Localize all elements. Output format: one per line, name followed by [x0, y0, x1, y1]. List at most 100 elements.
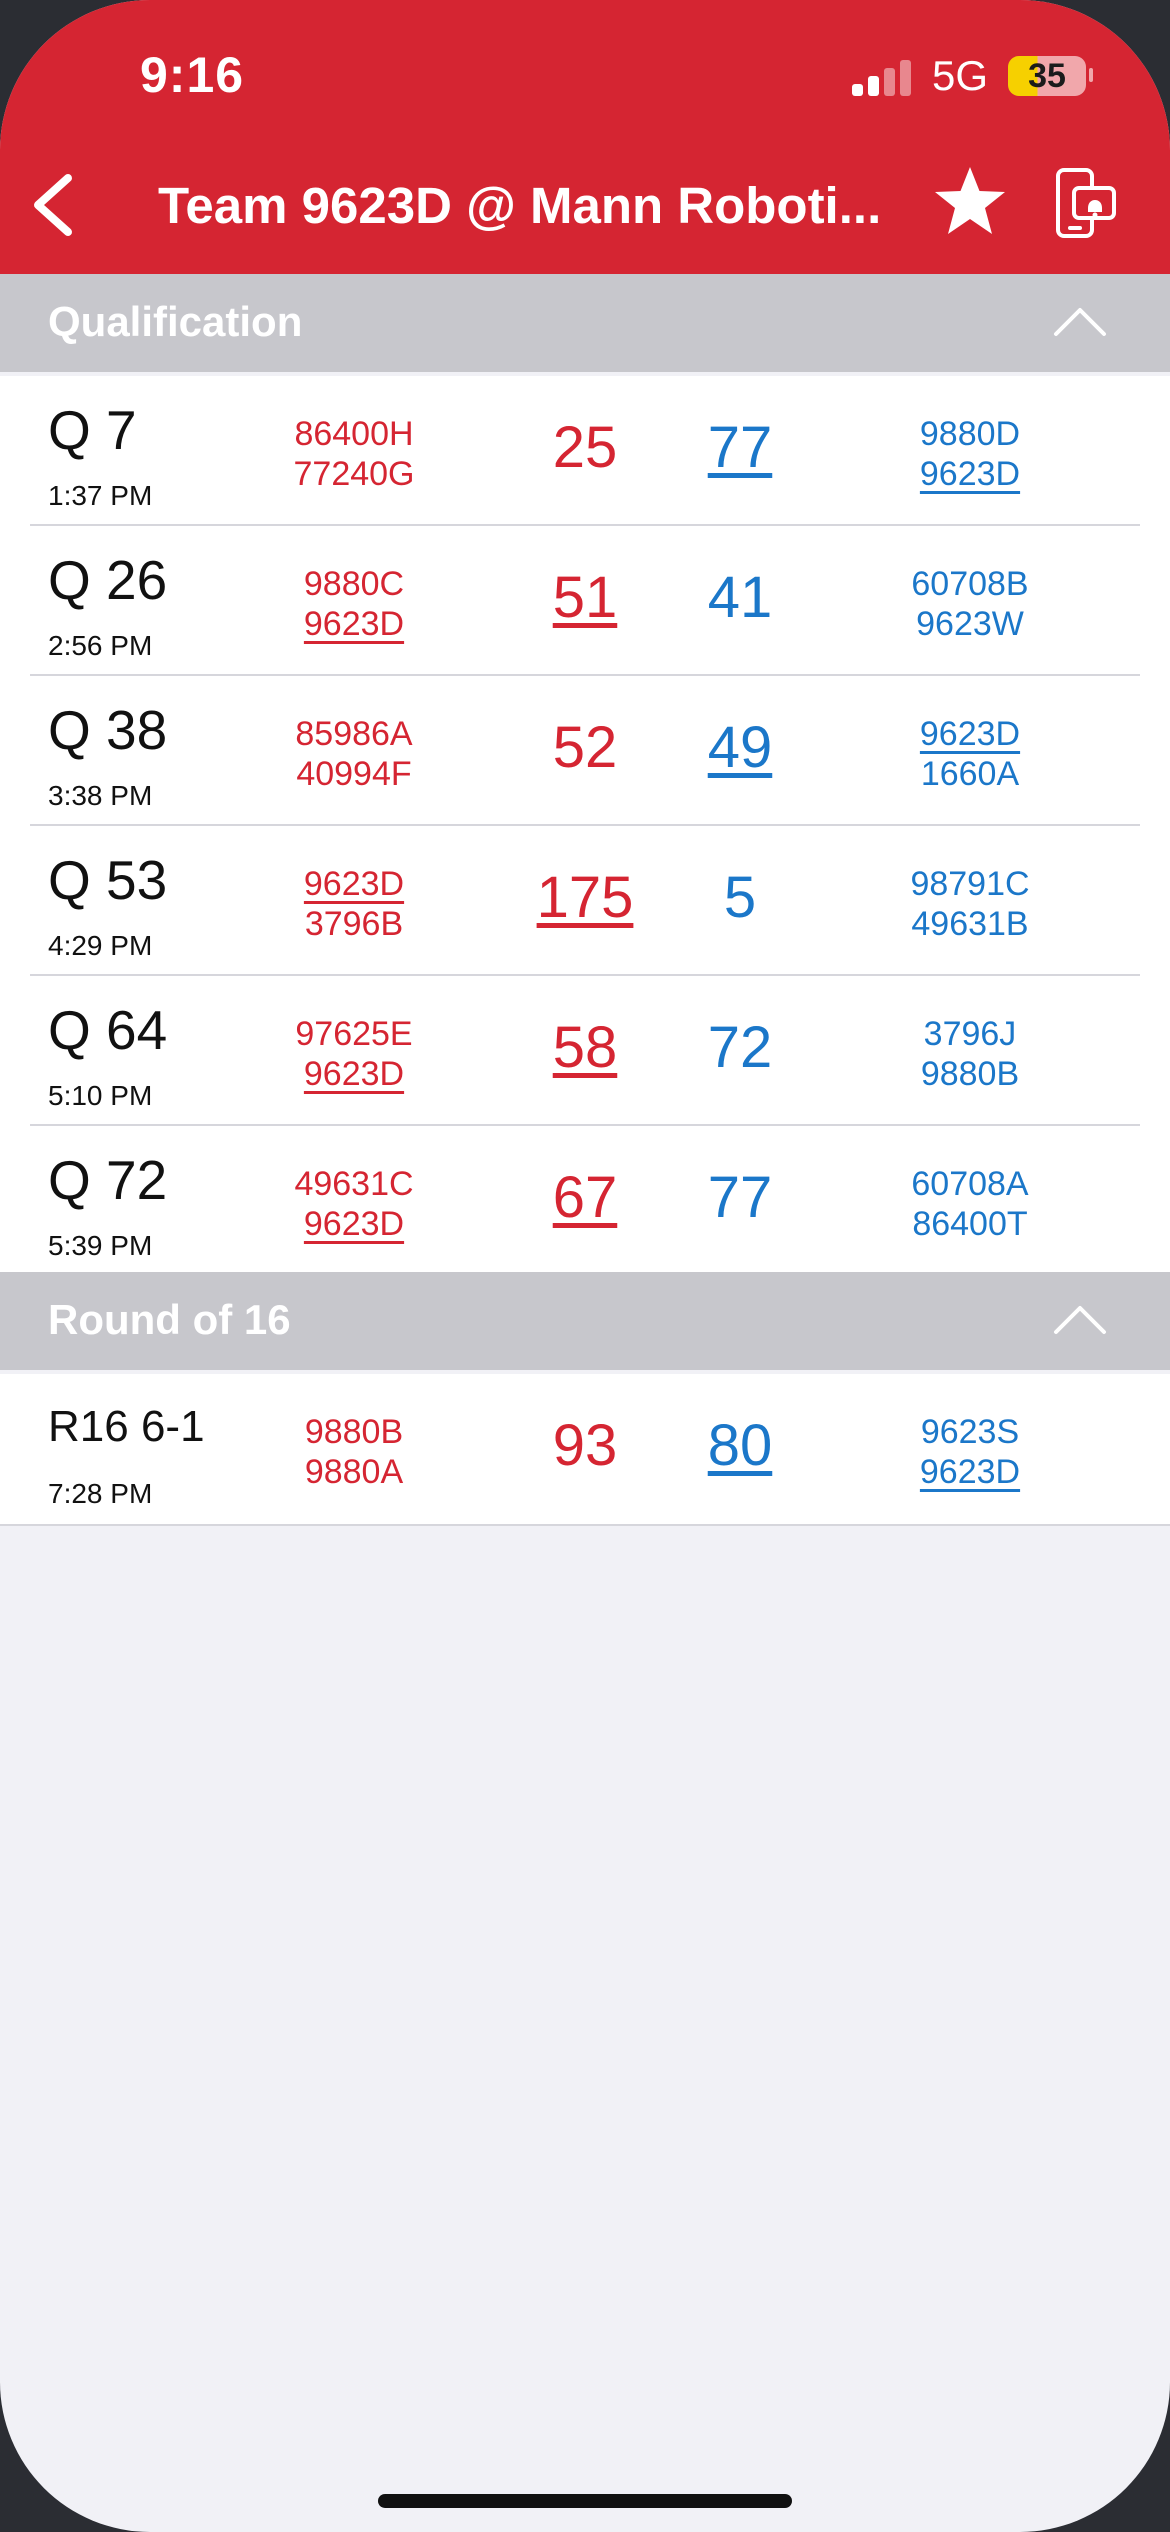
blue-team-2[interactable]: 86400T: [860, 1204, 1080, 1244]
chevron-left-icon: [34, 174, 72, 236]
notify-device-button[interactable]: [1052, 166, 1118, 242]
red-team-2[interactable]: 3796B: [244, 904, 464, 944]
match-time: 2:56 PM: [48, 630, 153, 661]
app-screen: 9:16 5G 35 Team 9623D @ Mann Roboti... Q…: [0, 0, 1170, 2532]
red-alliance: 97625E 9623D: [244, 1014, 464, 1094]
red-alliance: 9880C 9623D: [244, 564, 464, 644]
chevron-up-icon[interactable]: [1052, 304, 1108, 340]
match-name: R16 6-1: [48, 1402, 205, 1451]
header-bar: 9:16 5G 35 Team 9623D @ Mann Roboti...: [0, 0, 1170, 274]
blue-alliance: 9623D 1660A: [860, 714, 1080, 794]
blue-team-2[interactable]: 9623D: [860, 1452, 1080, 1492]
blue-alliance: 60708B 9623W: [860, 564, 1080, 644]
blue-team-2[interactable]: 49631B: [860, 904, 1080, 944]
blue-team-1[interactable]: 9623D: [860, 714, 1080, 754]
blue-alliance: 9880D 9623D: [860, 414, 1080, 494]
blue-team-1[interactable]: 3796J: [860, 1014, 1080, 1054]
blue-team-2[interactable]: 9623W: [860, 604, 1080, 644]
blue-team-1[interactable]: 9623S: [860, 1412, 1080, 1452]
device-notification-icon: [1056, 168, 1116, 238]
qualification-list: Q 7 1:37 PM 86400H 77240G 25 77 9880D 96…: [0, 376, 1170, 1276]
blue-team-2[interactable]: 9623D: [860, 454, 1080, 494]
blue-score: 80: [707, 1413, 773, 1478]
red-team-1[interactable]: 86400H: [244, 414, 464, 454]
blue-team-1[interactable]: 9880D: [860, 414, 1080, 454]
match-name: Q 7: [48, 399, 137, 461]
blue-team-2[interactable]: 1660A: [860, 754, 1080, 794]
blue-score: 49: [707, 715, 773, 780]
match-time: 7:28 PM: [48, 1478, 153, 1509]
match-time: 5:39 PM: [48, 1230, 153, 1261]
favorite-button[interactable]: [932, 164, 1008, 240]
table-row[interactable]: Q 72 5:39 PM 49631C 9623D 67 77 60708A 8…: [0, 1126, 1170, 1276]
table-row[interactable]: Q 38 3:38 PM 85986A 40994F 52 49 9623D 1…: [0, 676, 1170, 826]
red-alliance: 49631C 9623D: [244, 1164, 464, 1244]
red-team-2[interactable]: 77240G: [244, 454, 464, 494]
red-team-2[interactable]: 9623D: [244, 1054, 464, 1094]
section-header-round-of-16[interactable]: Round of 16: [0, 1272, 1170, 1370]
blue-score: 5: [723, 865, 757, 930]
blue-score: 77: [707, 415, 773, 480]
match-name: Q 26: [48, 549, 168, 611]
red-team-1[interactable]: 9623D: [244, 864, 464, 904]
match-name: Q 53: [48, 849, 168, 911]
round-of-16-list: R16 6-1 7:28 PM 9880B 9880A 93 80 9623S …: [0, 1374, 1170, 1526]
red-score: 67: [552, 1165, 618, 1230]
red-team-2[interactable]: 9880A: [244, 1452, 464, 1492]
red-team-2[interactable]: 9623D: [244, 1204, 464, 1244]
section-title: Round of 16: [48, 1296, 291, 1343]
table-row[interactable]: Q 7 1:37 PM 86400H 77240G 25 77 9880D 96…: [0, 376, 1170, 526]
battery-icon: 35: [1008, 56, 1086, 96]
red-team-2[interactable]: 9623D: [244, 604, 464, 644]
match-time: 5:10 PM: [48, 1080, 153, 1111]
match-time: 4:29 PM: [48, 930, 153, 961]
star-icon: [935, 167, 1005, 234]
table-row[interactable]: Q 26 2:56 PM 9880C 9623D 51 41 60708B 96…: [0, 526, 1170, 676]
red-team-1[interactable]: 9880B: [244, 1412, 464, 1452]
match-time: 3:38 PM: [48, 780, 153, 811]
blue-alliance: 9623S 9623D: [860, 1412, 1080, 1492]
status-time: 9:16: [140, 47, 245, 103]
red-alliance: 9623D 3796B: [244, 864, 464, 944]
section-title: Qualification: [48, 298, 303, 345]
page-title: Team 9623D @ Mann Roboti...: [158, 177, 882, 234]
home-indicator[interactable]: [378, 2494, 792, 2508]
red-alliance: 9880B 9880A: [244, 1412, 464, 1492]
blue-alliance: 3796J 9880B: [860, 1014, 1080, 1094]
blue-alliance: 60708A 86400T: [860, 1164, 1080, 1244]
table-row[interactable]: Q 53 4:29 PM 9623D 3796B 175 5 98791C 49…: [0, 826, 1170, 976]
red-score: 52: [552, 715, 618, 780]
blue-score: 41: [707, 565, 773, 630]
red-score: 175: [536, 865, 634, 930]
back-button[interactable]: [22, 170, 92, 240]
red-team-2[interactable]: 40994F: [244, 754, 464, 794]
blue-team-2[interactable]: 9880B: [860, 1054, 1080, 1094]
red-team-1[interactable]: 97625E: [244, 1014, 464, 1054]
blue-score: 77: [707, 1165, 773, 1230]
red-score: 25: [552, 415, 618, 480]
red-score: 58: [552, 1015, 618, 1080]
red-alliance: 86400H 77240G: [244, 414, 464, 494]
red-score: 51: [552, 565, 618, 630]
red-alliance: 85986A 40994F: [244, 714, 464, 794]
section-header-qualification[interactable]: Qualification: [0, 274, 1170, 372]
battery-tip: [1089, 68, 1093, 82]
match-time: 1:37 PM: [48, 480, 153, 511]
network-type: 5G: [932, 52, 989, 99]
blue-score: 72: [707, 1015, 773, 1080]
red-team-1[interactable]: 49631C: [244, 1164, 464, 1204]
blue-team-1[interactable]: 98791C: [860, 864, 1080, 904]
blue-alliance: 98791C 49631B: [860, 864, 1080, 944]
match-name: Q 64: [48, 999, 168, 1061]
match-name: Q 38: [48, 699, 168, 761]
cellular-signal-icon: [852, 60, 912, 96]
blue-team-1[interactable]: 60708B: [860, 564, 1080, 604]
match-name: Q 72: [48, 1149, 168, 1211]
table-row[interactable]: Q 64 5:10 PM 97625E 9623D 58 72 3796J 98…: [0, 976, 1170, 1126]
red-team-1[interactable]: 9880C: [244, 564, 464, 604]
red-team-1[interactable]: 85986A: [244, 714, 464, 754]
chevron-up-icon[interactable]: [1052, 1302, 1108, 1338]
blue-team-1[interactable]: 60708A: [860, 1164, 1080, 1204]
table-row[interactable]: R16 6-1 7:28 PM 9880B 9880A 93 80 9623S …: [0, 1374, 1170, 1524]
red-score: 93: [552, 1413, 618, 1478]
